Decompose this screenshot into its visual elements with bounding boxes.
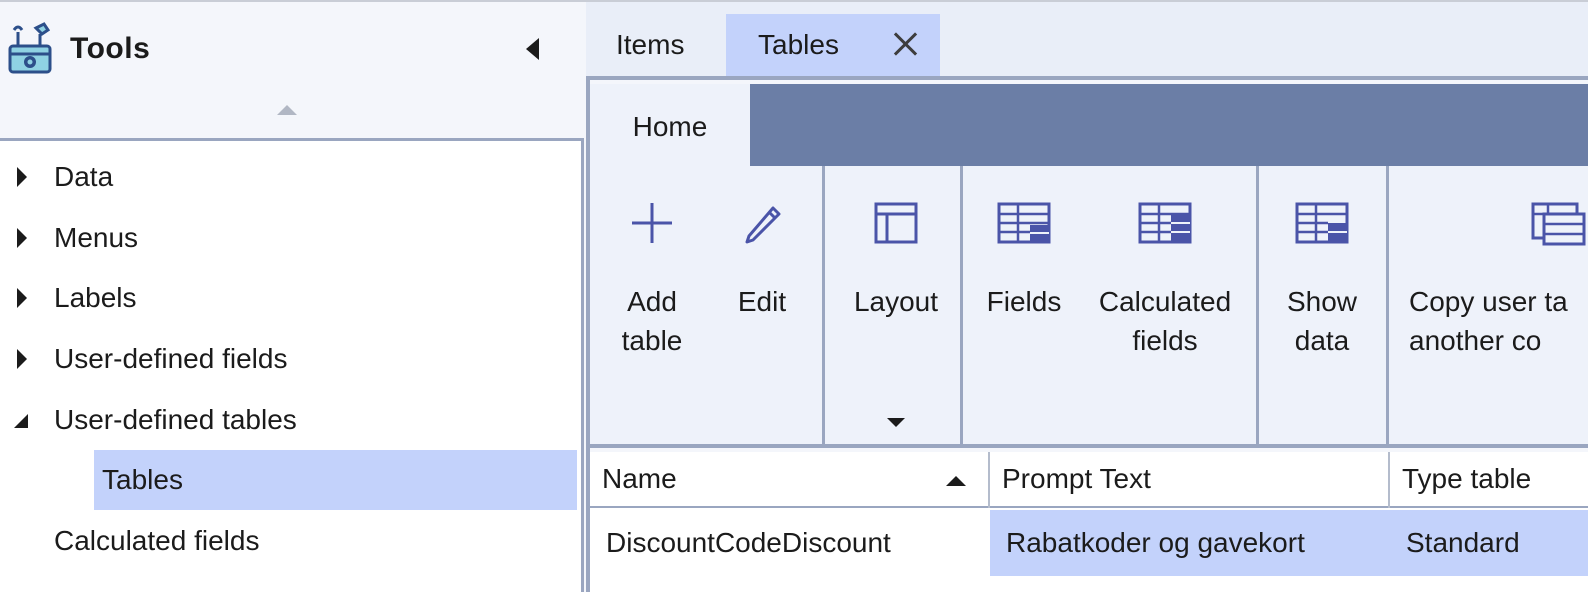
show-data-button[interactable]: Show data xyxy=(1270,166,1374,436)
tab-label: Tables xyxy=(758,29,839,60)
button-label: Edit xyxy=(737,286,787,317)
collapse-arrow-icon[interactable] xyxy=(14,414,28,428)
calculated-fields-icon xyxy=(1138,202,1192,244)
tree-item-tables[interactable]: Tables xyxy=(0,450,575,510)
expand-arrow-icon[interactable] xyxy=(17,167,27,187)
tree-item-label: Tables xyxy=(102,464,183,495)
tools-sidebar: Tools Data Menus Labels User-defined fie… xyxy=(0,2,586,592)
pencil-icon xyxy=(745,206,781,244)
main-area: Items Tables Home Add table Edit Layout … xyxy=(586,2,1588,592)
tab-label: Items xyxy=(616,29,685,60)
ribbon: Add table Edit Layout Fields Calculated … xyxy=(590,166,1588,448)
cell-name: DiscountCodeDiscount xyxy=(606,527,891,558)
plus-icon xyxy=(632,203,672,243)
ribbon-separator xyxy=(822,166,825,448)
tables-grid: Name Prompt Text Type table DiscountCode… xyxy=(590,452,1588,592)
scroll-up-button[interactable] xyxy=(275,102,299,118)
document-body: Home Add table Edit Layout Fields Calcul… xyxy=(586,76,1588,592)
button-label: Show data xyxy=(1286,286,1358,356)
layout-dropdown-button[interactable]: Layout xyxy=(836,166,956,436)
tree-item-data[interactable]: Data xyxy=(0,147,575,207)
tools-tree: Data Menus Labels User-defined fields Us… xyxy=(0,138,584,592)
caret-up-icon xyxy=(277,105,297,115)
tree-item-menus[interactable]: Menus xyxy=(0,208,575,268)
tab-items[interactable]: Items xyxy=(612,14,688,76)
tab-tables[interactable]: Tables xyxy=(726,14,940,76)
tools-icon xyxy=(8,22,52,74)
ribbon-tab-label: Home xyxy=(632,111,708,142)
button-label: Layout xyxy=(853,286,939,317)
column-header-label: Prompt Text xyxy=(1002,463,1151,494)
tree-item-label: Calculated fields xyxy=(54,525,260,556)
table-row[interactable]: DiscountCodeDiscount Rabatkoder og gavek… xyxy=(590,510,1588,576)
tree-item-label: Data xyxy=(54,161,114,192)
button-label: Calculated fields xyxy=(1098,286,1232,356)
column-header-type-table[interactable]: Type table xyxy=(1390,452,1588,508)
edit-button[interactable]: Edit xyxy=(718,166,806,436)
tree-item-user-defined-fields[interactable]: User-defined fields xyxy=(0,329,575,389)
ribbon-separator xyxy=(1386,166,1389,448)
copy-user-table-button[interactable]: Copy user ta another co xyxy=(1400,166,1588,436)
sidebar-header: Tools xyxy=(0,2,586,138)
cell-type-table: Standard xyxy=(1390,510,1588,576)
sidebar-title: Tools xyxy=(70,32,151,65)
column-header-prompt-text[interactable]: Prompt Text xyxy=(990,452,1388,508)
ribbon-separator xyxy=(960,166,963,448)
fields-button[interactable]: Fields xyxy=(976,166,1072,436)
ribbon-separator xyxy=(1256,166,1259,448)
add-table-button[interactable]: Add table xyxy=(598,166,706,436)
column-header-label: Type table xyxy=(1402,463,1532,494)
layout-icon xyxy=(874,202,918,244)
column-header-label: Name xyxy=(602,463,677,494)
copy-table-icon xyxy=(1531,202,1586,246)
collapse-sidebar-button[interactable] xyxy=(520,34,544,64)
dropdown-arrow-icon xyxy=(887,418,905,427)
expand-arrow-icon[interactable] xyxy=(17,349,27,369)
cell-prompt-text: Rabatkoder og gavekort xyxy=(990,510,1390,576)
close-tab-icon[interactable] xyxy=(892,30,920,58)
sort-ascending-icon xyxy=(946,476,966,486)
fields-icon xyxy=(997,202,1051,244)
calculated-fields-button[interactable]: Calculated fields xyxy=(1086,166,1244,436)
button-label: Add table xyxy=(621,286,683,356)
tree-item-label: User-defined tables xyxy=(54,404,297,435)
show-data-icon xyxy=(1295,202,1349,244)
ribbon-tab-home[interactable]: Home xyxy=(590,84,750,170)
tree-item-label: User-defined fields xyxy=(54,343,288,374)
tree-item-user-defined-tables[interactable]: User-defined tables xyxy=(0,390,575,450)
tree-item-labels[interactable]: Labels xyxy=(0,268,575,328)
button-label: Fields xyxy=(986,286,1062,317)
tree-item-label: Labels xyxy=(54,282,137,313)
expand-arrow-icon[interactable] xyxy=(17,228,27,248)
expand-arrow-icon[interactable] xyxy=(17,288,27,308)
column-header-name[interactable]: Name xyxy=(590,452,988,508)
chevron-left-icon xyxy=(525,38,539,60)
tree-item-calculated-fields[interactable]: Calculated fields xyxy=(0,511,575,571)
button-label: Copy user ta another co xyxy=(1409,286,1568,356)
tree-item-label: Menus xyxy=(54,222,139,253)
